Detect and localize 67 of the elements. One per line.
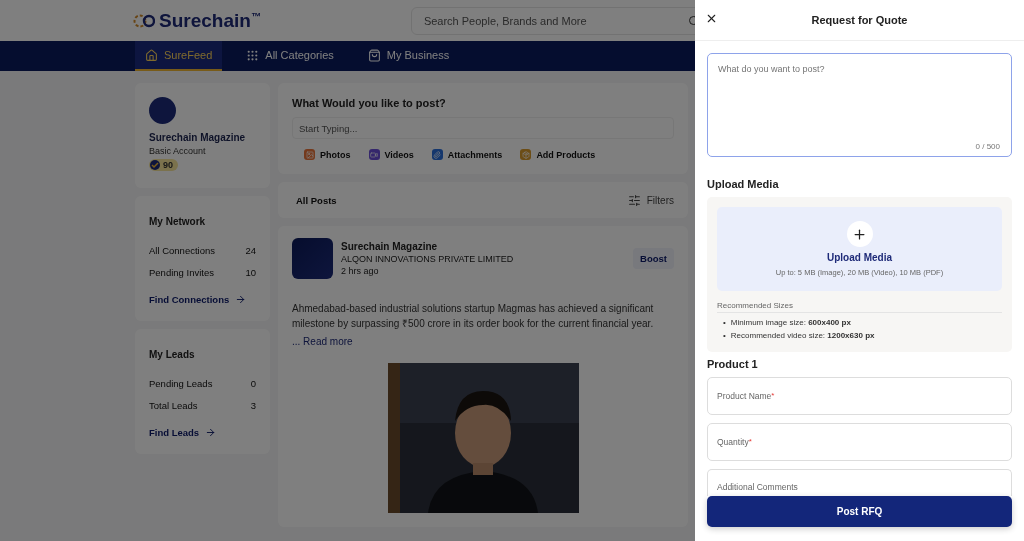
find-link[interactable]: Find Leads [149,427,217,438]
profile-name: Surechain Magazine [149,132,247,143]
post-time: 2 hrs ago [341,266,380,276]
company-logo [292,238,333,279]
size-hint: Minimum image size: 600x400 px [730,317,851,329]
nav-tab[interactable]: SureFeed [135,41,223,71]
post-option[interactable]: Videos [368,149,414,160]
box-icon [521,150,530,159]
nav-tab[interactable]: My Business [357,41,460,71]
upload-heading: Upload Media [707,178,780,190]
stat-count: 3 [250,400,256,411]
image-icon [305,150,314,159]
post-input[interactable]: Start Typing... [292,117,674,139]
score-value: 90 [163,160,173,170]
bag-icon [367,48,381,62]
company-name: ALQON INNOVATIONS PRIVATE LIMITED [341,254,515,264]
post-text: Ahmedabad-based industrial solutions startup Magmas has achieved a significant milestone by surpassing ₹500 crore in its order book for the current financial year. [292,302,655,331]
nav-tab-label: SureFeed [164,49,213,61]
post-rfq-button[interactable]: Post RFQ [707,496,1012,527]
product-heading: Product 1 [707,358,759,370]
bullet: • [723,330,726,342]
input-field[interactable]: Quantity* [707,423,1012,461]
drawer-title: Request for Quote [811,14,908,26]
home-icon [145,48,158,62]
arrow-icon [235,294,247,305]
arrow-icon [205,427,217,438]
close-button[interactable] [705,12,718,25]
stat-label: Pending Invites [149,267,214,278]
stat-count: 0 [250,378,256,389]
stat-count: 24 [245,245,256,256]
bullet: • [723,317,726,329]
section-title: My Network [149,216,207,227]
boost-button[interactable]: Boost [633,248,674,269]
nav-tab-label: My Business [386,49,450,61]
logo-icon [133,13,155,28]
find-link[interactable]: Find Connections [149,294,247,305]
read-more-link[interactable]: ... Read more [292,336,353,347]
add-button[interactable] [846,221,873,247]
stat-count: 10 [245,267,256,278]
stat-label: All Connections [149,245,215,256]
account-type: Basic Account [149,146,207,156]
grid-icon [246,48,260,62]
post-author: Surechain Magazine [341,241,439,252]
avatar [149,97,176,124]
nav-tab-label: All Categories [265,49,334,61]
close-icon [705,12,718,25]
stat-label: Total Leads [149,400,198,411]
all-posts-tab[interactable]: All Posts [296,194,337,206]
nav-tab[interactable]: All Categories [236,41,344,71]
plus-icon [852,226,867,242]
post-option[interactable]: Attachments [431,149,503,160]
upload-label: Upload Media [827,252,892,263]
stat-label: Pending Leads [149,378,213,389]
filters-button[interactable]: Filters [627,193,674,207]
recommended-title: Recommended Sizes [717,301,1002,313]
composer-title: What Would you like to post? [292,97,447,109]
check-icon [150,160,160,170]
input-field[interactable]: Product Name* [707,377,1012,415]
post-option[interactable]: Photos [304,149,351,160]
post-option[interactable]: Add Products [520,149,596,160]
filter-icon [627,193,641,207]
logo-text: Surechain$^{™}$ [159,9,261,32]
video-icon [370,150,378,159]
section-title: My Leads [149,349,196,360]
char-counter: 0 / 500 [975,142,1000,151]
paperclip-icon [433,150,442,159]
size-hint: Recommended video size: 1200x630 px [730,330,875,342]
